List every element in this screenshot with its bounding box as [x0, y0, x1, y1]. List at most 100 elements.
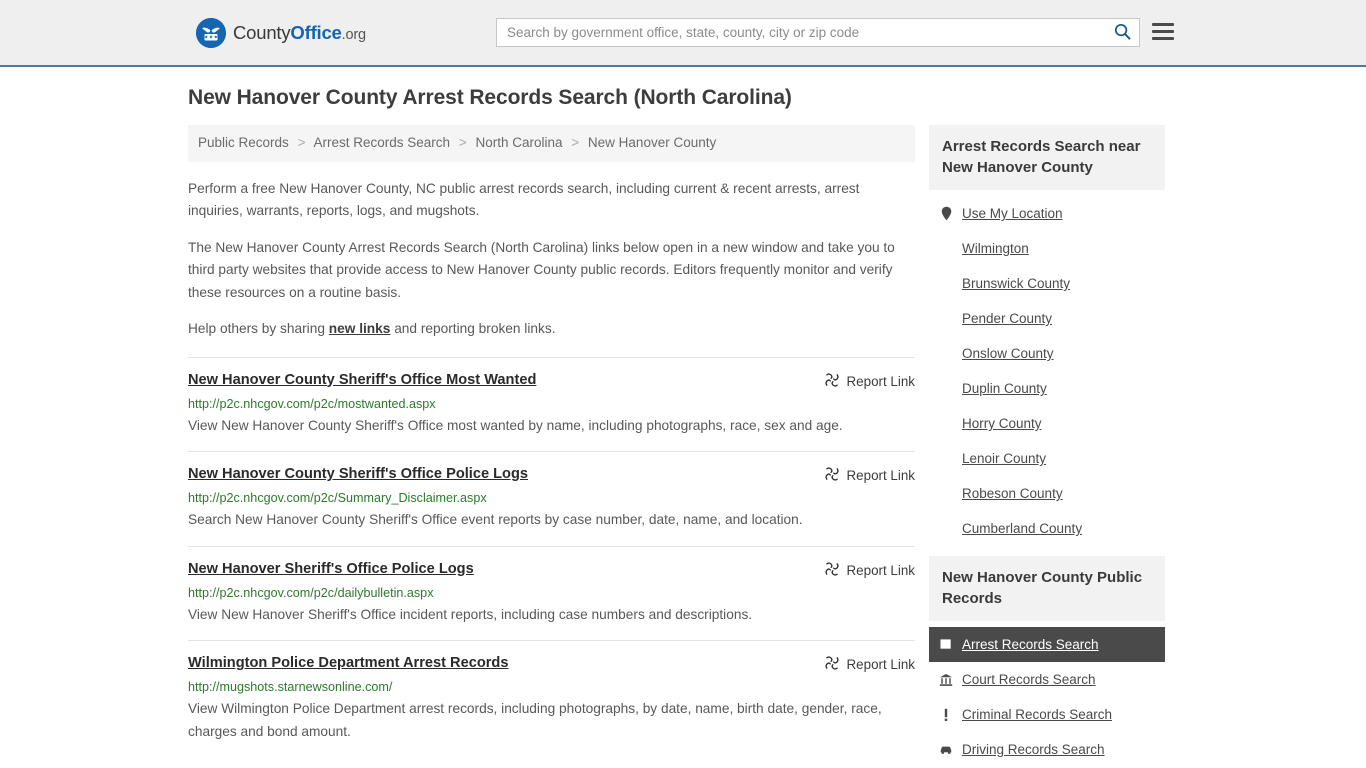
breadcrumb: Public Records > Arrest Records Search >… [188, 125, 915, 162]
sidebar-item-pender-county[interactable]: Pender County [929, 301, 1165, 336]
sidebar-item-label: Criminal Records Search [962, 707, 1113, 722]
resource-title-link[interactable]: Wilmington Police Department Arrest Reco… [188, 654, 824, 673]
resource-description: View New Hanover Sheriff's Office incide… [188, 606, 753, 622]
broken-link-icon [824, 655, 840, 674]
sidebar-item-wilmington[interactable]: Wilmington [929, 231, 1165, 266]
breadcrumb-separator: > [571, 135, 580, 150]
sidebar-item-use-my-location[interactable]: Use My Location [929, 196, 1165, 231]
sidebar-item-horry-county[interactable]: Horry County [929, 406, 1165, 441]
resource-url[interactable]: http://p2c.nhcgov.com/p2c/Summary_Discla… [188, 490, 915, 507]
list-item: Arrest Records Search [929, 627, 1165, 662]
resource-description: View New Hanover County Sheriff's Office… [188, 417, 843, 433]
broken-link-icon [824, 561, 840, 580]
courthouse-icon [939, 672, 953, 687]
sidebar-item-onslow-county[interactable]: Onslow County [929, 336, 1165, 371]
new-links-link[interactable]: new links [329, 321, 391, 336]
hamburger-bar-1 [1152, 23, 1174, 26]
report-link-label: Report Link [846, 468, 915, 484]
public-records-list: Arrest Records Search Court Records Sear… [929, 621, 1165, 767]
site-logo-text: CountyOffice.org [233, 22, 366, 44]
sidebar-item-lenoir-county[interactable]: Lenoir County [929, 441, 1165, 476]
list-item: Lenoir County [929, 441, 1165, 476]
list-item: New Hanover County Sheriff's Office Most… [188, 356, 915, 452]
site-logo[interactable]: CountyOffice.org [196, 17, 366, 48]
sidebar-item-label: Horry County [962, 416, 1042, 431]
sidebar-item-brunswick-county[interactable]: Brunswick County [929, 266, 1165, 301]
sidebar-item-court-records-search[interactable]: Court Records Search [929, 662, 1165, 697]
list-item: Use My Location [929, 196, 1165, 231]
sidebar-item-arrest-records-search[interactable]: Arrest Records Search [929, 627, 1165, 662]
list-item: Robeson County [929, 476, 1165, 511]
report-link-button[interactable]: Report Link [824, 561, 915, 580]
list-item: Onslow County [929, 336, 1165, 371]
resource-title-link[interactable]: New Hanover County Sheriff's Office Poli… [188, 465, 824, 484]
intro-p3-after: and reporting broken links. [390, 321, 556, 337]
logo-text-part1: County [233, 21, 291, 43]
list-item: Brunswick County [929, 266, 1165, 301]
sidebar-item-label: Arrest Records Search [962, 637, 1099, 652]
report-link-label: Report Link [846, 373, 915, 389]
search-icon [1114, 23, 1131, 43]
report-link-label: Report Link [846, 657, 915, 673]
list-item: Cumberland County [929, 511, 1165, 546]
report-link-button[interactable]: Report Link [824, 655, 915, 674]
resource-url[interactable]: http://p2c.nhcgov.com/p2c/dailybulletin.… [188, 585, 915, 602]
widget-nearby-searches: Arrest Records Search near New Hanover C… [929, 125, 1165, 546]
sidebar-item-label: Pender County [962, 311, 1053, 326]
sidebar-item-driving-records-search[interactable]: Driving Records Search [929, 732, 1165, 767]
report-link-label: Report Link [846, 562, 915, 578]
resource-description: View Wilmington Police Department arrest… [188, 701, 882, 739]
broken-link-icon [824, 466, 840, 485]
widget-title-nearby: Arrest Records Search near New Hanover C… [929, 125, 1165, 190]
page-container: New Hanover County Arrest Records Search… [188, 67, 1178, 768]
breadcrumb-item-north-carolina[interactable]: North Carolina [475, 135, 562, 150]
hamburger-menu-icon[interactable] [1152, 18, 1174, 45]
link-header: New Hanover Sheriff's Office Police Logs [188, 560, 915, 580]
resource-link-list: New Hanover County Sheriff's Office Most… [188, 356, 915, 758]
list-item: Duplin County [929, 371, 1165, 406]
main-column: Public Records > Arrest Records Search >… [188, 125, 915, 757]
link-header: Wilmington Police Department Arrest Reco… [188, 654, 915, 674]
sidebar-item-label: Court Records Search [962, 672, 1096, 687]
resource-url[interactable]: http://p2c.nhcgov.com/p2c/mostwanted.asp… [188, 396, 915, 413]
hamburger-bar-3 [1152, 37, 1174, 40]
logo-text-part2: Office [290, 21, 342, 43]
sidebar-item-label: Driving Records Search [962, 742, 1105, 757]
widget-public-records: New Hanover County Public Records Arrest… [929, 556, 1165, 767]
widget-title-public-records: New Hanover County Public Records [929, 556, 1165, 621]
sidebar-item-duplin-county[interactable]: Duplin County [929, 371, 1165, 406]
handcuffs-icon [939, 637, 953, 652]
list-item: Wilmington Police Department Arrest Reco… [188, 640, 915, 757]
breadcrumb-item-new-hanover-county[interactable]: New Hanover County [588, 135, 716, 150]
sidebar-item-label: Lenoir County [962, 451, 1047, 466]
sidebar-item-label: Use My Location [962, 206, 1063, 221]
list-item: Court Records Search [929, 662, 1165, 697]
breadcrumb-item-public-records[interactable]: Public Records [198, 135, 289, 150]
report-link-button[interactable]: Report Link [824, 466, 915, 485]
breadcrumb-item-arrest-records-search[interactable]: Arrest Records Search [313, 135, 450, 150]
intro-paragraph-2: The New Hanover County Arrest Records Se… [188, 239, 895, 300]
resource-title-link[interactable]: New Hanover Sheriff's Office Police Logs [188, 560, 824, 579]
resource-title-link[interactable]: New Hanover County Sheriff's Office Most… [188, 371, 824, 390]
sidebar-item-robeson-county[interactable]: Robeson County [929, 476, 1165, 511]
resource-url[interactable]: http://mugshots.starnewsonline.com/ [188, 679, 915, 696]
search-input[interactable] [497, 19, 1105, 46]
intro-paragraph-1: Perform a free New Hanover County, NC pu… [188, 180, 860, 219]
map-pin-icon [939, 206, 953, 221]
car-icon [939, 742, 953, 757]
breadcrumb-separator: > [297, 135, 306, 150]
nearby-list: Use My Location Wilmington Brunswick Cou… [929, 190, 1165, 546]
sidebar-item-label: Onslow County [962, 346, 1054, 361]
link-header: New Hanover County Sheriff's Office Most… [188, 371, 915, 391]
sidebar-item-criminal-records-search[interactable]: Criminal Records Search [929, 697, 1165, 732]
sidebar-item-cumberland-county[interactable]: Cumberland County [929, 511, 1165, 546]
search-box[interactable] [496, 18, 1140, 47]
logo-text-part3: .org [341, 26, 366, 43]
list-item: New Hanover County Sheriff's Office Poli… [188, 451, 915, 546]
sidebar-item-label: Cumberland County [962, 521, 1083, 536]
list-item: Horry County [929, 406, 1165, 441]
eagle-shield-icon [196, 17, 226, 48]
search-button[interactable] [1105, 19, 1139, 46]
report-link-button[interactable]: Report Link [824, 372, 915, 391]
link-header: New Hanover County Sheriff's Office Poli… [188, 465, 915, 485]
